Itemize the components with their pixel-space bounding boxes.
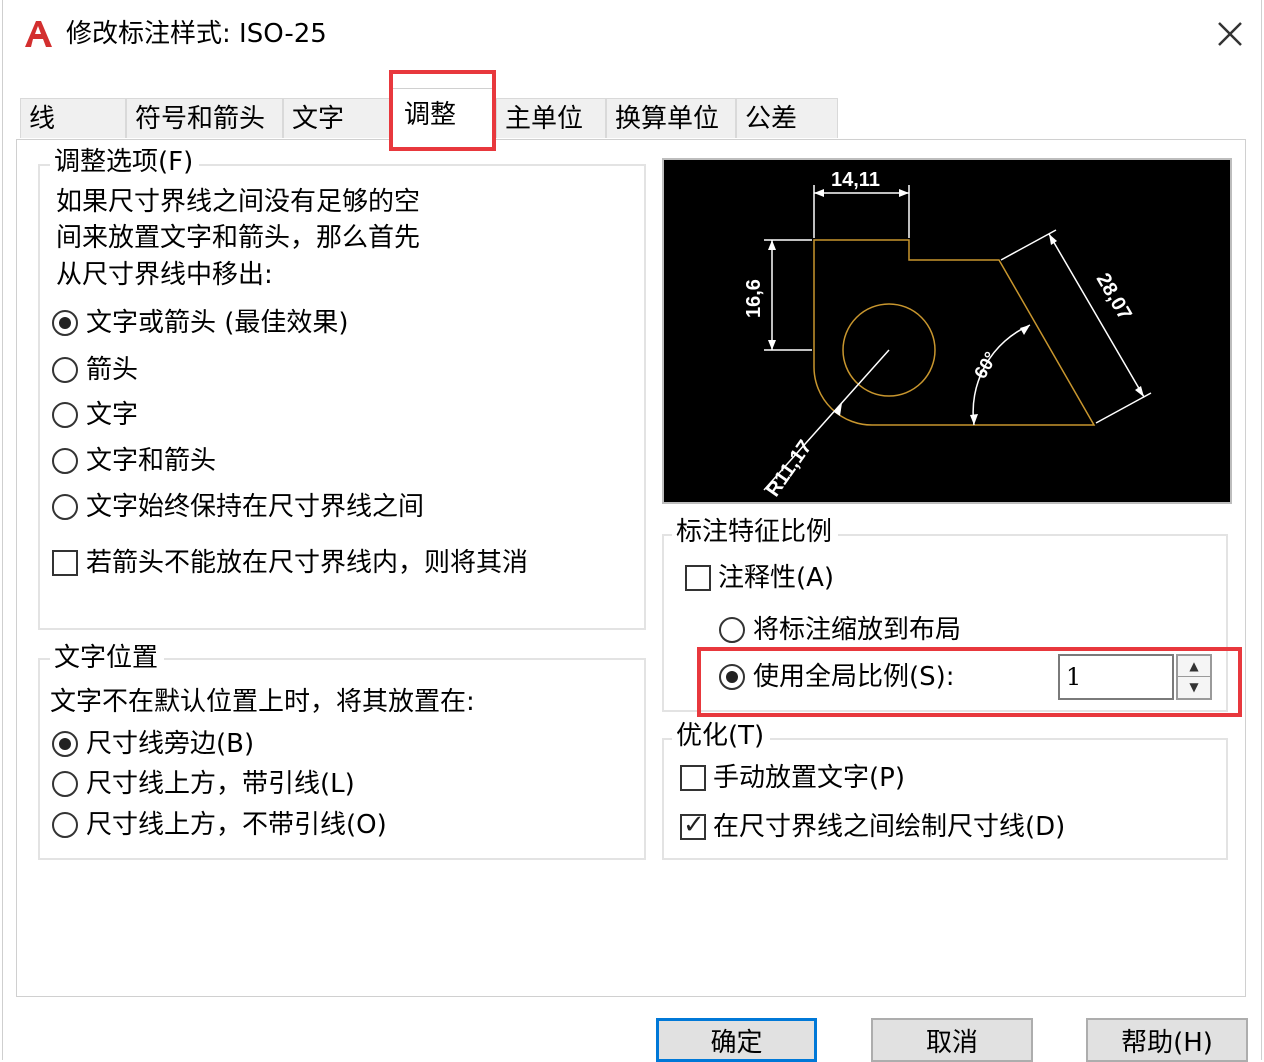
fit-options-legend: 调整选项(F) xyxy=(50,146,200,178)
radio-arrows[interactable] xyxy=(52,357,78,383)
title-bar: 修改标注样式: ISO-25 xyxy=(0,0,1264,68)
radio-text-or-arrows[interactable] xyxy=(52,310,78,336)
cancel-button[interactable]: 取消 xyxy=(871,1018,1033,1062)
text-placement-legend: 文字位置 xyxy=(50,642,165,674)
radio-label: 将标注缩放到布局 xyxy=(753,615,962,645)
preview-dim-left: 16,6 xyxy=(743,279,765,318)
checkbox-label: 注释性(A) xyxy=(718,563,835,593)
preview-dim-angle: 60° xyxy=(970,348,1001,382)
tab-text[interactable]: 文字 xyxy=(283,98,391,138)
suppress-arrows-checkbox[interactable] xyxy=(52,550,78,576)
radio-label: 尺寸线旁边(B) xyxy=(86,729,255,759)
fine-tuning-legend: 优化(T) xyxy=(672,720,771,752)
draw-dim-line-checkbox[interactable] xyxy=(680,810,706,840)
radio-label: 文字和箭头 xyxy=(86,446,217,476)
manual-place-text-checkbox[interactable] xyxy=(680,765,706,791)
text-placement-description: 文字不在默认位置上时，将其放置在: xyxy=(50,687,475,717)
radio-text-and-arrows[interactable] xyxy=(52,448,78,474)
tab-label: 线 xyxy=(29,104,56,134)
radio-label: 箭头 xyxy=(86,355,139,385)
tab-label: 公差 xyxy=(745,104,798,134)
dimension-preview: 14,11 16,6 28,07 60° R11,17 xyxy=(662,158,1232,504)
annotative-checkbox[interactable] xyxy=(685,565,711,591)
radio-over-with-leader[interactable] xyxy=(52,771,78,797)
radio-label: 文字始终保持在尺寸界线之间 xyxy=(86,492,425,522)
window-title: 修改标注样式: ISO-25 xyxy=(66,19,327,49)
radio-label: 尺寸线上方，带引线(L) xyxy=(86,769,355,799)
radio-label: 文字 xyxy=(86,400,139,430)
close-button[interactable] xyxy=(1200,10,1260,58)
tab-label: 文字 xyxy=(292,104,345,134)
preview-part-outline xyxy=(813,239,1096,426)
radio-text-always-inside[interactable] xyxy=(52,494,78,520)
radio-label: 尺寸线上方，不带引线(O) xyxy=(86,810,387,840)
tab-highlight-box xyxy=(389,70,496,151)
radio-text[interactable] xyxy=(52,402,78,428)
ok-button[interactable]: 确定 xyxy=(656,1018,817,1062)
preview-dim-radius: R11,17 xyxy=(762,436,816,501)
tab-lines[interactable]: 线 xyxy=(20,98,126,138)
radio-label: 文字或箭头 (最佳效果) xyxy=(86,308,349,338)
scale-legend: 标注特征比例 xyxy=(672,516,839,548)
tab-label: 主单位 xyxy=(505,104,584,134)
checkbox-label: 手动放置文字(P) xyxy=(713,763,905,793)
fit-description-line-2: 间来放置文字和箭头，那么首先 xyxy=(56,223,421,253)
preview-dim-right: 28,07 xyxy=(1092,270,1136,324)
radio-over-without-leader[interactable] xyxy=(52,812,78,838)
tab-alternate-units[interactable]: 换算单位 xyxy=(606,98,736,138)
fit-description-line-3: 从尺寸界线中移出: xyxy=(56,260,273,290)
help-button[interactable]: 帮助(H) xyxy=(1086,1018,1248,1062)
checkbox-label: 在尺寸界线之间绘制尺寸线(D) xyxy=(713,812,1066,842)
fit-description-line-1: 如果尺寸界线之间没有足够的空 xyxy=(56,187,421,217)
preview-dim-top: 14,11 xyxy=(831,169,880,191)
tab-label: 符号和箭头 xyxy=(135,104,266,134)
tab-label: 换算单位 xyxy=(615,104,720,134)
tab-tolerances[interactable]: 公差 xyxy=(736,98,838,138)
autocad-logo-icon xyxy=(22,18,54,50)
scale-highlight-box xyxy=(697,647,1242,717)
checkbox-label: 若箭头不能放在尺寸界线内，则将其消 xyxy=(86,548,529,578)
radio-beside-dim-line[interactable] xyxy=(52,731,78,757)
tab-primary-units[interactable]: 主单位 xyxy=(496,98,606,138)
close-icon xyxy=(1218,22,1242,46)
tab-symbols-arrows[interactable]: 符号和箭头 xyxy=(126,98,283,138)
radio-scale-to-layout[interactable] xyxy=(719,617,745,643)
